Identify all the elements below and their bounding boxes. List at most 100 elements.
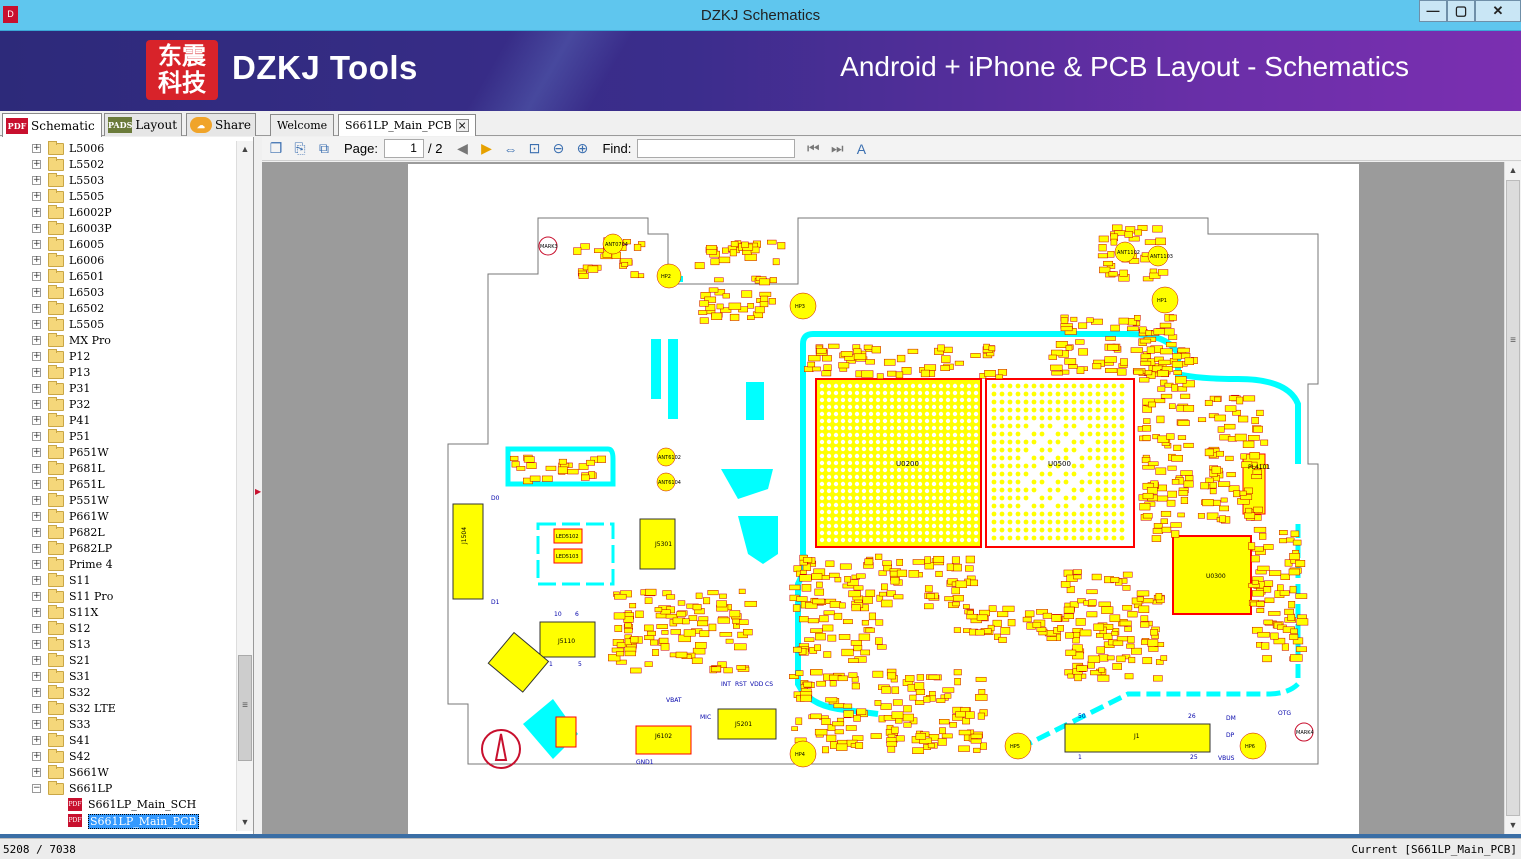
tree-folder-item[interactable]: − S661LP	[0, 781, 236, 797]
tree-folder-item[interactable]: + S42	[0, 749, 236, 765]
tree-folder-item[interactable]: + L5502	[0, 157, 236, 173]
tree-folder-item[interactable]: + S33	[0, 717, 236, 733]
expand-icon[interactable]: +	[32, 704, 41, 713]
tree-folder-item[interactable]: + P682LP	[0, 541, 236, 557]
tree-folder-item[interactable]: + S12	[0, 621, 236, 637]
expand-icon[interactable]: +	[32, 352, 41, 361]
prev-page-icon[interactable]: ◀	[452, 139, 472, 159]
expand-icon[interactable]: +	[32, 624, 41, 633]
viewer-scroll-thumb[interactable]: ≡	[1506, 180, 1520, 816]
expand-icon[interactable]: +	[32, 240, 41, 249]
tree-scrollbar[interactable]: ▲ ≡ ▼	[236, 141, 253, 831]
expand-icon[interactable]: +	[32, 192, 41, 201]
tree-folder-item[interactable]: + L6006	[0, 253, 236, 269]
expand-icon[interactable]: +	[32, 736, 41, 745]
find-prev-icon[interactable]: ⏮	[803, 139, 823, 159]
expand-icon[interactable]: +	[32, 672, 41, 681]
zoom-out-icon[interactable]: ⊖	[548, 139, 568, 159]
expand-icon[interactable]: +	[32, 144, 41, 153]
tree-folder-item[interactable]: + L6503	[0, 285, 236, 301]
tree-scroll-thumb[interactable]: ≡	[238, 655, 252, 761]
expand-icon[interactable]: +	[32, 608, 41, 617]
tree-folder-item[interactable]: + L5505	[0, 189, 236, 205]
tree-folder-item[interactable]: + P651W	[0, 445, 236, 461]
expand-icon[interactable]: +	[32, 400, 41, 409]
scroll-down-icon[interactable]: ▼	[1505, 817, 1521, 834]
fit-page-icon[interactable]: ⊡	[524, 139, 544, 159]
expand-icon[interactable]: +	[32, 208, 41, 217]
tab-schematic[interactable]: PDF Schematic	[2, 113, 102, 137]
viewer-scrollbar[interactable]: ▲ ≡ ▼	[1504, 162, 1521, 834]
expand-icon[interactable]: +	[32, 560, 41, 569]
tree-folder-item[interactable]: + S13	[0, 637, 236, 653]
expand-icon[interactable]: +	[32, 448, 41, 457]
expand-icon[interactable]: +	[32, 640, 41, 649]
tree-folder-item[interactable]: + L5006	[0, 141, 236, 157]
expand-icon[interactable]: +	[32, 224, 41, 233]
expand-icon[interactable]: +	[32, 480, 41, 489]
tree-folder-item[interactable]: + P41	[0, 413, 236, 429]
expand-icon[interactable]: +	[32, 272, 41, 281]
dual-page-icon[interactable]: ⧉	[314, 139, 334, 159]
tree-folder-item[interactable]: + Prime 4	[0, 557, 236, 573]
fit-width-icon[interactable]: ⇔	[500, 139, 520, 159]
tree-folder-item[interactable]: + L5505	[0, 317, 236, 333]
page-number-input[interactable]: 1	[383, 139, 424, 158]
expand-icon[interactable]: +	[32, 304, 41, 313]
collapse-arrow-icon[interactable]: ▶	[255, 487, 261, 496]
expand-icon[interactable]: +	[32, 384, 41, 393]
expand-icon[interactable]: +	[32, 256, 41, 265]
expand-icon[interactable]: +	[32, 688, 41, 697]
tree-folder-item[interactable]: + S41	[0, 733, 236, 749]
tree-folder-item[interactable]: + L6501	[0, 269, 236, 285]
tree-folder-item[interactable]: + P51	[0, 429, 236, 445]
scroll-up-icon[interactable]: ▲	[237, 141, 253, 158]
single-page-icon[interactable]: ⎘	[290, 139, 310, 159]
expand-icon[interactable]: +	[32, 288, 41, 297]
expand-icon[interactable]: +	[32, 464, 41, 473]
tree-folder-item[interactable]: + P682L	[0, 525, 236, 541]
expand-icon[interactable]: +	[32, 496, 41, 505]
highlight-text-icon[interactable]: A	[851, 139, 871, 159]
tree-folder-item[interactable]: + S32	[0, 685, 236, 701]
tree-folder-item[interactable]: + P661W	[0, 509, 236, 525]
expand-icon[interactable]: +	[32, 336, 41, 345]
panel-splitter[interactable]: ▶	[254, 137, 262, 834]
tree-folder-item[interactable]: + P32	[0, 397, 236, 413]
expand-icon[interactable]: +	[32, 576, 41, 585]
tree-folder-item[interactable]: + P12	[0, 349, 236, 365]
tree-folder-item[interactable]: + S11X	[0, 605, 236, 621]
expand-icon[interactable]: +	[32, 160, 41, 169]
expand-icon[interactable]: +	[32, 416, 41, 425]
doc-tab-s661lp-main-pcb[interactable]: S661LP_Main_PCB ×	[338, 114, 476, 136]
expand-icon[interactable]: +	[32, 432, 41, 441]
find-next-icon[interactable]: ⏭	[827, 139, 847, 159]
expand-icon[interactable]: +	[32, 320, 41, 329]
tree-folder-item[interactable]: + MX Pro	[0, 333, 236, 349]
tab-layout[interactable]: PADS Layout	[104, 113, 182, 136]
tree-folder-item[interactable]: + S21	[0, 653, 236, 669]
scroll-up-icon[interactable]: ▲	[1505, 162, 1521, 179]
find-input[interactable]	[637, 139, 796, 158]
zoom-in-icon[interactable]: ⊕	[572, 139, 592, 159]
close-button[interactable]: ✕	[1475, 0, 1521, 22]
tab-share[interactable]: ☁ Share	[186, 113, 256, 136]
tree-folder-item[interactable]: + L5503	[0, 173, 236, 189]
tree-folder-item[interactable]: + L6003P	[0, 221, 236, 237]
tree-file-item[interactable]: PDF S661LP_Main_SCH	[0, 797, 236, 813]
close-tab-icon[interactable]: ×	[455, 119, 469, 132]
scroll-down-icon[interactable]: ▼	[237, 814, 253, 831]
tree-folder-item[interactable]: + S11 Pro	[0, 589, 236, 605]
expand-icon[interactable]: +	[32, 768, 41, 777]
tree-file-item[interactable]: PDF S661LP_Main_PCB	[0, 813, 236, 829]
tree-folder-item[interactable]: + S32 LTE	[0, 701, 236, 717]
tree-folder-item[interactable]: + S11	[0, 573, 236, 589]
collapse-icon[interactable]: −	[32, 784, 41, 793]
expand-icon[interactable]: +	[32, 592, 41, 601]
minimize-button[interactable]: —	[1419, 0, 1447, 22]
expand-icon[interactable]: +	[32, 752, 41, 761]
expand-icon[interactable]: +	[32, 544, 41, 553]
tree-folder-item[interactable]: + P31	[0, 381, 236, 397]
tree-folder-item[interactable]: + P551W	[0, 493, 236, 509]
expand-icon[interactable]: +	[32, 176, 41, 185]
